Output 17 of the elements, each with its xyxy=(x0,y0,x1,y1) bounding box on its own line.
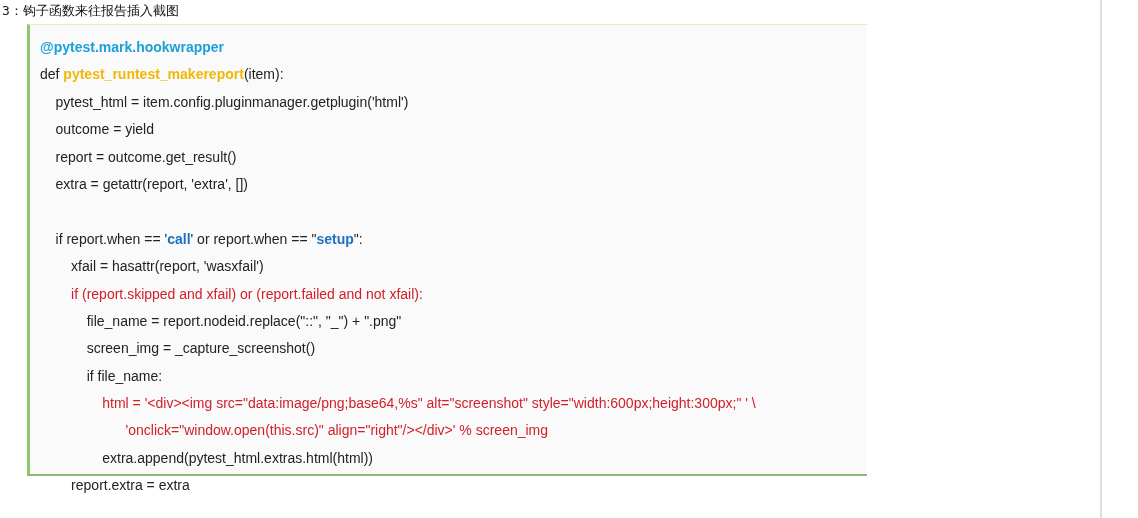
code-line: file_name = report.nodeid.replace("::", "_") + ".png" xyxy=(85,311,402,331)
code-line: @pytest.mark.hookwrapper xyxy=(40,38,225,57)
section-heading: 3：钩子函数来往报告插入截图 xyxy=(1,2,179,20)
code-line: report = outcome.get_result() xyxy=(54,147,237,167)
code-line: extra = getattr(report, 'extra', []) xyxy=(54,174,249,194)
code-line: 'onclick="window.open(this.src)" align="right"/></div>' % screen_img xyxy=(124,421,549,441)
code-line: extra.append(pytest_html.extras.html(html)) xyxy=(101,448,373,468)
code-line: pytest_html = item.config.pluginmanager.getplugin('html') xyxy=(54,92,409,112)
code-line: outcome = yield xyxy=(54,120,154,140)
code-line: report.extra = extra xyxy=(70,476,190,496)
code-line: xfail = hasattr(report, 'wasxfail') xyxy=(70,257,264,277)
code-line: html = '<div><img src="data:image/png;base64,%s" alt="screenshot" style="width:600px;height:300px;" ' \ xyxy=(101,394,756,414)
code-line: if report.when == 'call' or report.when == "setup": xyxy=(54,229,363,249)
code-line: screen_img = _capture_screenshot() xyxy=(85,339,316,359)
code-line: def pytest_runtest_makereport(item): xyxy=(40,65,284,85)
code-line: if (report.skipped and xfail) or (report.failed and not xfail): xyxy=(70,284,423,304)
code-line: if file_name: xyxy=(85,366,163,386)
